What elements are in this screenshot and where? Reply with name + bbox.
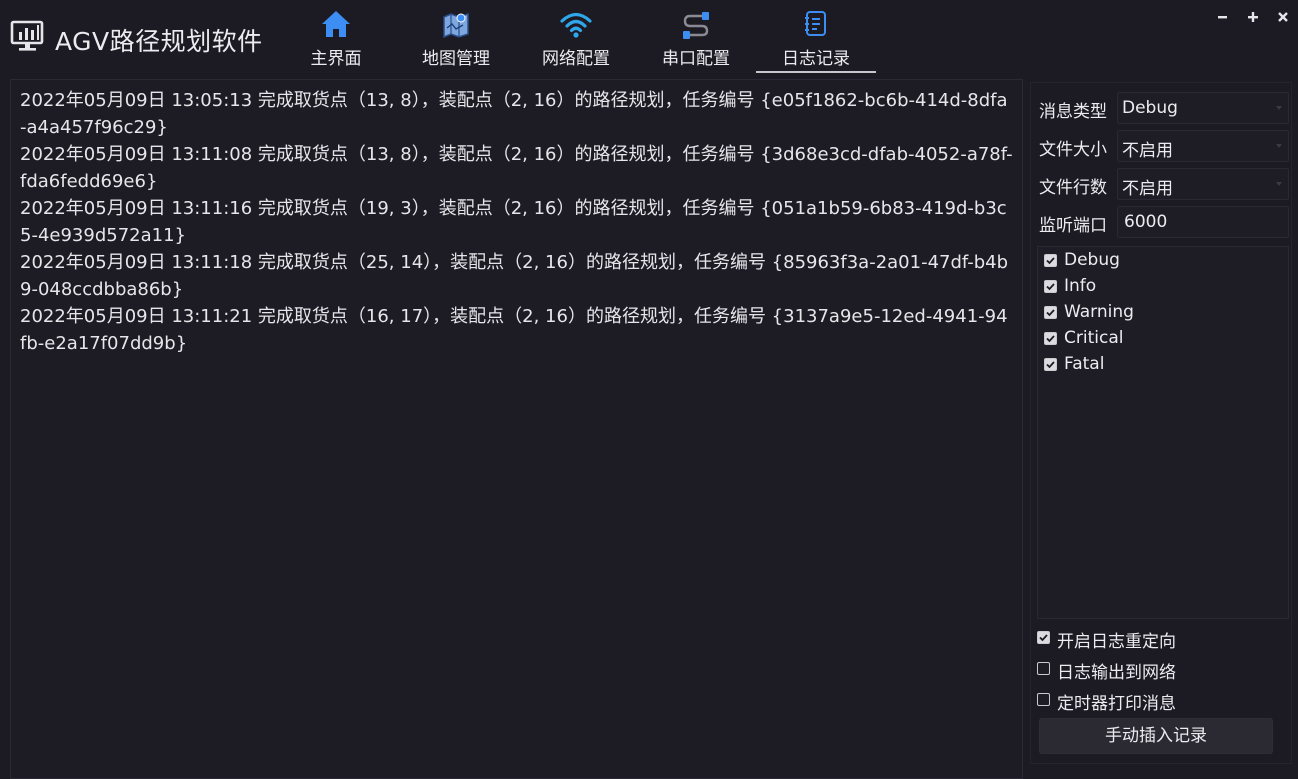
- log-line: 2022年05月09日 13:11:08 完成取货点（13, 8），装配点（2,…: [20, 144, 1013, 192]
- wifi-icon: [559, 8, 593, 40]
- insert-record-button[interactable]: 手动插入记录: [1039, 718, 1273, 754]
- tab-map-management[interactable]: 地图管理: [396, 6, 516, 72]
- listen-port-label: 监听端口: [1039, 216, 1107, 236]
- log-line: 2022年05月09日 13:11:21 完成取货点（16, 17），装配点（2…: [20, 306, 1008, 354]
- file-size-label: 文件大小: [1039, 140, 1107, 160]
- message-type-value: Debug: [1122, 98, 1178, 118]
- level-info-label: Info: [1064, 276, 1097, 296]
- title-bar: AGV路径规划软件 主界面 地图管理 网络配置 串口配置 日志记录: [0, 0, 1298, 76]
- tab-home[interactable]: 主界面: [276, 6, 396, 72]
- log-line: 2022年05月09日 13:05:13 完成取货点（13, 8），装配点（2,…: [20, 90, 1008, 138]
- tab-home-label: 主界面: [310, 49, 362, 69]
- level-critical-label: Critical: [1064, 328, 1124, 348]
- file-lines-row: 文件行数 不启用: [1037, 168, 1289, 200]
- tab-serial-config[interactable]: 串口配置: [636, 6, 756, 72]
- listen-port-row: 监听端口 6000: [1037, 206, 1289, 238]
- chevron-down-icon: [1276, 106, 1282, 110]
- checkbox-checked-icon: [1044, 332, 1057, 345]
- log-line: 2022年05月09日 13:11:18 完成取货点（25, 14），装配点（2…: [20, 252, 1009, 300]
- listen-port-input[interactable]: 6000: [1117, 206, 1289, 238]
- serial-cable-icon: [679, 8, 713, 40]
- checkbox-checked-icon: [1044, 280, 1057, 293]
- message-type-label: 消息类型: [1039, 102, 1107, 122]
- log-text-area[interactable]: 2022年05月09日 13:05:13 完成取货点（13, 8），装配点（2,…: [11, 80, 1022, 364]
- close-button[interactable]: [1272, 6, 1294, 28]
- file-lines-label: 文件行数: [1039, 178, 1107, 198]
- checkbox-checked-icon: [1044, 358, 1057, 371]
- maximize-icon: [1248, 12, 1258, 22]
- app-title: AGV路径规划软件: [55, 27, 263, 56]
- level-fatal-label: Fatal: [1064, 354, 1105, 374]
- tab-serial-config-label: 串口配置: [662, 49, 730, 69]
- log-output-panel[interactable]: 2022年05月09日 13:05:13 完成取货点（13, 8），装配点（2,…: [10, 79, 1023, 779]
- message-type-row: 消息类型 Debug: [1037, 92, 1289, 124]
- file-lines-value: 不启用: [1122, 179, 1173, 199]
- checkbox-checked-icon: [1044, 306, 1057, 319]
- map-icon: [439, 8, 473, 40]
- log-icon: [799, 8, 833, 40]
- level-debug-label: Debug: [1064, 250, 1120, 270]
- tab-log-record-label: 日志记录: [782, 49, 850, 69]
- app-logo-icon: [10, 19, 46, 53]
- checkbox-unchecked-icon: [1037, 662, 1050, 675]
- close-icon: [1278, 12, 1288, 22]
- tab-network-config[interactable]: 网络配置: [516, 6, 636, 72]
- chevron-down-icon: [1276, 144, 1282, 148]
- maximize-button[interactable]: [1242, 6, 1264, 28]
- file-size-select[interactable]: 不启用: [1117, 130, 1289, 162]
- chevron-down-icon: [1276, 182, 1282, 186]
- log-settings-panel: 消息类型 Debug 文件大小 不启用 文件行数 不启用 监听端口 6000 D…: [1030, 82, 1292, 764]
- log-line: 2022年05月09日 13:11:16 完成取货点（19, 3），装配点（2,…: [20, 198, 1007, 246]
- checkbox-unchecked-icon: [1037, 693, 1050, 706]
- level-warning-label: Warning: [1064, 302, 1134, 322]
- redirect-log-label: 开启日志重定向: [1057, 632, 1176, 652]
- file-lines-select[interactable]: 不启用: [1117, 168, 1289, 200]
- network-output-label: 日志输出到网络: [1057, 663, 1176, 683]
- file-size-value: 不启用: [1122, 141, 1173, 161]
- listen-port-value: 6000: [1124, 212, 1168, 232]
- timer-print-label: 定时器打印消息: [1057, 694, 1176, 714]
- tab-map-management-label: 地图管理: [422, 49, 490, 69]
- home-icon: [319, 8, 353, 40]
- checkbox-checked-icon: [1037, 631, 1050, 644]
- minimize-icon: [1218, 16, 1227, 19]
- message-type-select[interactable]: Debug: [1117, 92, 1289, 124]
- file-size-row: 文件大小 不启用: [1037, 130, 1289, 162]
- log-level-list: Debug Info Warning Critical Fatal: [1037, 246, 1289, 619]
- checkbox-checked-icon: [1044, 254, 1057, 267]
- minimize-button[interactable]: [1212, 6, 1234, 28]
- tab-log-record[interactable]: 日志记录: [756, 6, 876, 73]
- tab-network-config-label: 网络配置: [542, 49, 610, 69]
